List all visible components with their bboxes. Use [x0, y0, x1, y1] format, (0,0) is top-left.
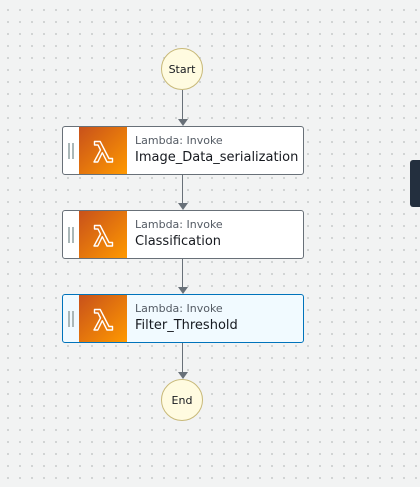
- lambda-service-tile: [79, 295, 127, 342]
- lambda-icon: [93, 140, 114, 163]
- start-label: Start: [168, 62, 196, 76]
- state-filter-threshold[interactable]: Lambda: Invoke Filter_Threshold: [62, 294, 304, 343]
- state-classification[interactable]: Lambda: Invoke Classification: [62, 210, 304, 259]
- state-name: Image_Data_serialization: [135, 150, 299, 165]
- start-node[interactable]: Start: [161, 48, 203, 90]
- lambda-icon: [93, 308, 114, 331]
- connector-line: [182, 90, 183, 119]
- state-name: Filter_Threshold: [135, 318, 238, 333]
- lambda-icon: [93, 224, 114, 247]
- connector-line: [182, 343, 183, 372]
- connector-line: [182, 259, 183, 287]
- end-label: End: [171, 393, 193, 407]
- grip-icon: [68, 142, 74, 159]
- connector-arrow: [178, 119, 188, 126]
- lambda-service-tile: [79, 211, 127, 258]
- state-type: Lambda: Invoke: [135, 218, 223, 231]
- state-text: Lambda: Invoke Image_Data_serialization: [127, 127, 303, 174]
- lambda-service-tile: [79, 127, 127, 174]
- drag-handle[interactable]: [63, 211, 79, 258]
- state-type: Lambda: Invoke: [135, 302, 223, 315]
- state-text: Lambda: Invoke Filter_Threshold: [127, 295, 303, 342]
- side-panel-toggle[interactable]: [410, 160, 420, 207]
- connector-arrow: [178, 372, 188, 379]
- state-name: Classification: [135, 234, 222, 249]
- connector-arrow: [178, 287, 188, 294]
- connector-line: [182, 175, 183, 203]
- workflow-canvas[interactable]: Start Lambda: Invoke Image_Data_serializ…: [0, 0, 420, 487]
- grip-icon: [68, 226, 74, 243]
- state-image-data-serialization[interactable]: Lambda: Invoke Image_Data_serialization: [62, 126, 304, 175]
- drag-handle[interactable]: [63, 127, 79, 174]
- grip-icon: [68, 310, 74, 327]
- end-node[interactable]: End: [161, 379, 203, 421]
- drag-handle[interactable]: [63, 295, 79, 342]
- state-type: Lambda: Invoke: [135, 134, 223, 147]
- connector-arrow: [178, 203, 188, 210]
- state-text: Lambda: Invoke Classification: [127, 211, 303, 258]
